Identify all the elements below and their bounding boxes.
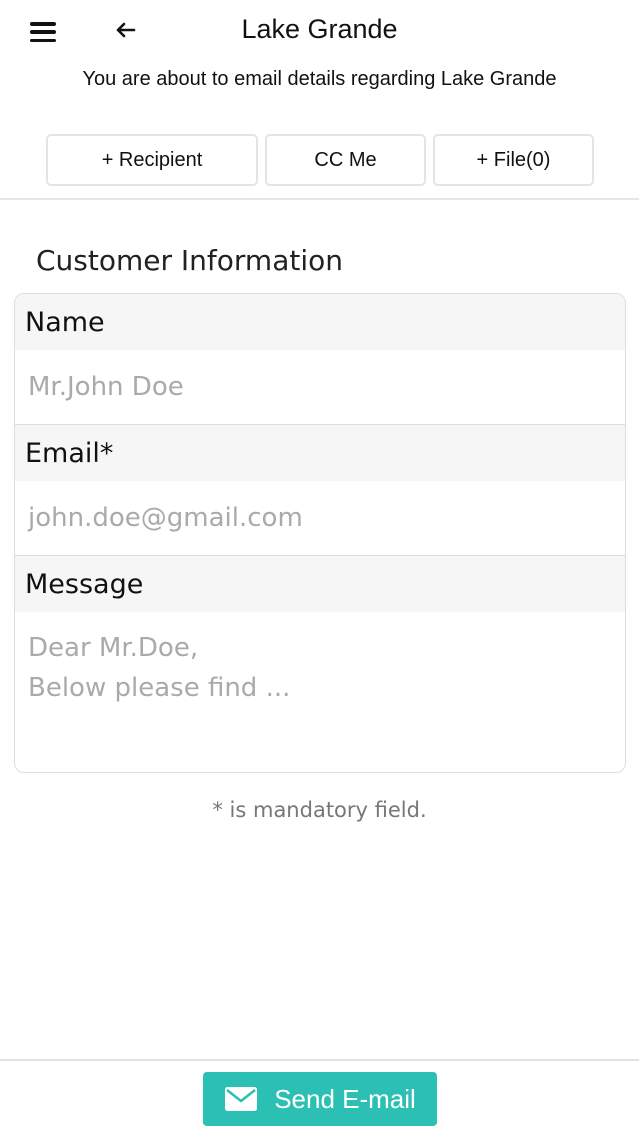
message-label: Message <box>15 556 625 612</box>
footer-divider <box>0 1059 639 1061</box>
name-label: Name <box>15 294 625 350</box>
section-title: Customer Information <box>36 244 343 277</box>
send-email-button[interactable]: Send E-mail <box>203 1072 437 1126</box>
name-input[interactable]: Mr.John Doe <box>15 350 625 424</box>
email-details-screen: Lake Grande You are about to email detai… <box>0 0 639 1136</box>
cc-me-button[interactable]: CC Me <box>265 134 426 186</box>
add-file-button[interactable]: + File(0) <box>433 134 594 186</box>
page-subtitle: You are about to email details regarding… <box>82 68 557 90</box>
email-input[interactable]: john.doe@gmail.com <box>15 481 625 555</box>
app-header: Lake Grande <box>0 0 639 62</box>
action-buttons: + Recipient CC Me + File(0) <box>0 134 639 188</box>
message-textarea[interactable]: Dear Mr.Doe, Below please find ... <box>15 612 625 708</box>
add-recipient-button[interactable]: + Recipient <box>46 134 258 186</box>
message-placeholder-line: Dear Mr.Doe, <box>28 633 199 663</box>
message-placeholder-line: Below please find ... <box>28 673 291 703</box>
divider <box>0 198 639 200</box>
mandatory-note: * is mandatory field. <box>212 798 427 822</box>
customer-info-form: Name Mr.John Doe Email* john.doe@gmail.c… <box>14 293 626 773</box>
email-label: Email* <box>15 425 625 481</box>
page-title: Lake Grande <box>241 14 398 44</box>
send-email-label: Send E-mail <box>274 1083 416 1114</box>
envelope-icon <box>225 1087 258 1111</box>
